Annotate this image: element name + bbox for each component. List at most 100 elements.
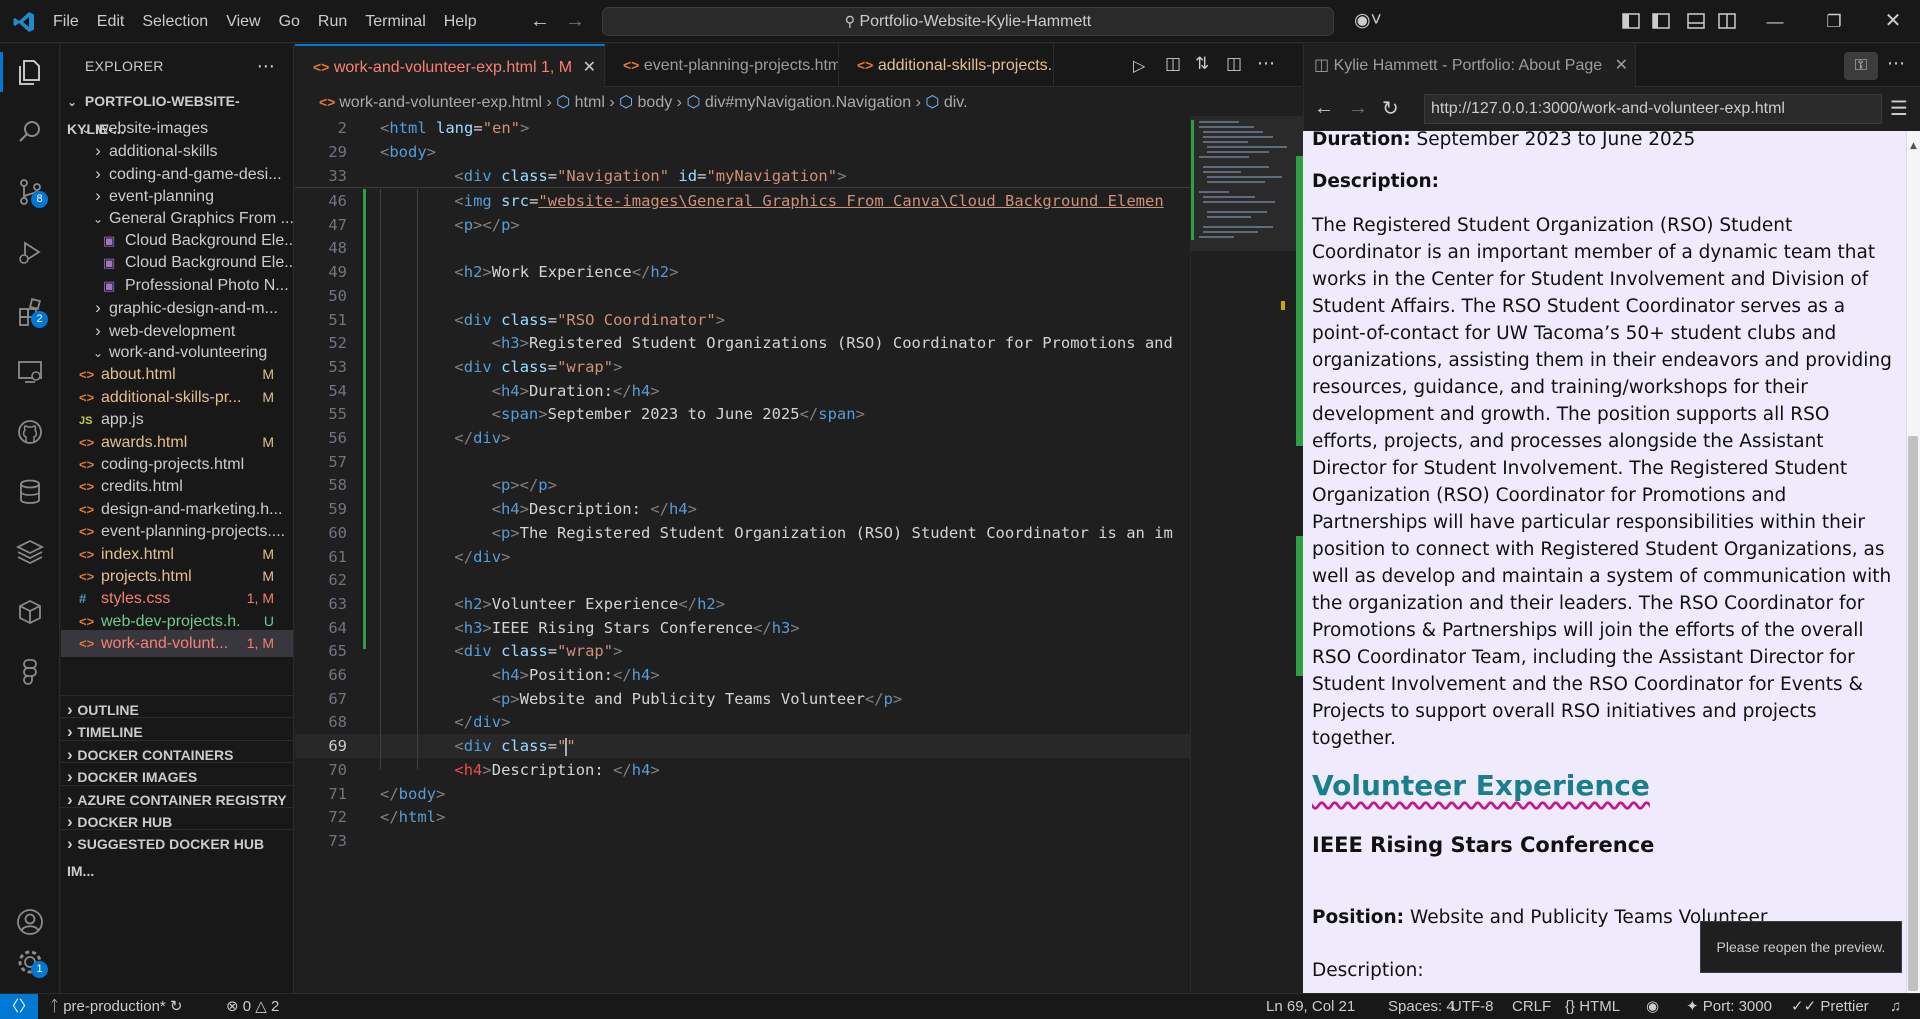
- vscode-logo-icon: [12, 10, 36, 34]
- sticky-scroll[interactable]: 2 <html lang="en"> 29 <body> 33 <div class="N…: [295, 116, 1190, 188]
- menu-terminal[interactable]: Terminal: [356, 0, 434, 43]
- code-text: <h2>Volunteer Experience</h2>: [454, 594, 726, 613]
- menu-file[interactable]: File: [44, 0, 88, 43]
- menu-go[interactable]: Go: [270, 0, 309, 43]
- cursor-position[interactable]: Ln 69, Col 21: [1266, 994, 1355, 1019]
- manage-gear-icon[interactable]: 1: [10, 942, 50, 982]
- open-preview-icon[interactable]: ◫: [1165, 54, 1181, 74]
- notifications-bell-icon[interactable]: ♫: [1890, 994, 1901, 1019]
- copilot-status-icon[interactable]: ◉: [1646, 994, 1659, 1019]
- run-debug-icon[interactable]: [10, 232, 50, 272]
- accounts-icon[interactable]: [10, 902, 50, 942]
- figma-icon[interactable]: [10, 652, 50, 692]
- source-control-icon[interactable]: 8: [10, 172, 50, 212]
- scm-badge: 8: [31, 191, 48, 208]
- lock-icon[interactable]: ⚿: [1844, 52, 1878, 80]
- section-suggested-docker-hub-im[interactable]: › SUGGESTED DOCKER HUB IM...: [61, 829, 293, 879]
- menu-view[interactable]: View: [217, 0, 269, 43]
- code-line: 62: [295, 568, 1190, 592]
- forward-arrow-icon[interactable]: →: [1348, 97, 1368, 120]
- menu-run[interactable]: Run: [309, 0, 356, 43]
- live-server-port[interactable]: ✦ Port: 3000: [1686, 994, 1772, 1019]
- breadcrumb-item[interactable]: div.: [944, 94, 968, 111]
- tab-additional-skills-projects[interactable]: <> additional-skills-projects.h: [839, 44, 1054, 87]
- search-icon[interactable]: [10, 112, 50, 152]
- sync-icon: ↻: [169, 998, 183, 1015]
- branch-indicator[interactable]: ᛏ pre-production* ↻: [50, 994, 183, 1019]
- tab-preview[interactable]: ◫ Kylie Hammett - Portfolio: About Page …: [1304, 44, 1636, 87]
- remote-explorer-icon[interactable]: [10, 352, 50, 392]
- remote-indicator-icon[interactable]: 〈〉: [0, 994, 38, 1019]
- menu-selection[interactable]: Selection: [133, 0, 217, 43]
- line-ending[interactable]: CRLF: [1512, 994, 1551, 1019]
- extensions-icon[interactable]: 2: [10, 292, 50, 332]
- code-line: 73: [295, 829, 1190, 853]
- tab-event-planning-projects[interactable]: <> event-planning-projects.html: [605, 44, 839, 87]
- more-actions-icon[interactable]: ⋯: [1887, 53, 1905, 74]
- line-number: 73: [328, 831, 347, 850]
- more-actions-icon[interactable]: ⋯: [1257, 53, 1275, 74]
- restore-icon[interactable]: ❐: [1811, 0, 1857, 43]
- prettier-status[interactable]: ✓✓ Prettier: [1791, 994, 1869, 1019]
- error-icon: ⊗: [226, 998, 239, 1015]
- encoding[interactable]: UTF-8: [1451, 994, 1494, 1019]
- command-center-search[interactable]: ⚲ Portfolio-Website-Kylie-Hammett: [602, 7, 1334, 36]
- url-input[interactable]: http://127.0.0.1:3000/work-and-volunteer…: [1424, 94, 1882, 124]
- tree-item-label: coding-and-game-desi...: [109, 165, 282, 183]
- code-text: <div class="wrap">: [454, 642, 623, 661]
- refresh-icon[interactable]: ↻: [1382, 96, 1399, 121]
- close-tab-icon[interactable]: ✕: [1615, 57, 1628, 74]
- code-text: <h4>Duration:</h4>: [491, 381, 660, 400]
- code-editor[interactable]: 2 <html lang="en"> 29 <body> 33 <div class="N…: [295, 116, 1190, 993]
- explorer-root-folder[interactable]: ⌄ PORTFOLIO-WEBSITE-KYLIE-...: [61, 88, 293, 137]
- minimap[interactable]: [1190, 116, 1303, 993]
- back-arrow-icon[interactable]: ←: [530, 10, 550, 33]
- scroll-thumb[interactable]: [1908, 436, 1918, 991]
- code-line: 58 <p></p>: [295, 473, 1190, 497]
- run-icon[interactable]: ▷: [1133, 56, 1145, 76]
- code-text: <h4>Description: </h4>: [454, 760, 660, 779]
- docker-cube-icon[interactable]: [10, 592, 50, 632]
- back-arrow-icon[interactable]: ←: [1314, 97, 1334, 120]
- database-icon[interactable]: [10, 472, 50, 512]
- code-text: <p></p>: [491, 476, 557, 495]
- menu-edit[interactable]: Edit: [88, 0, 134, 43]
- braces-icon: {}: [1565, 998, 1576, 1015]
- indent-guide: [380, 189, 381, 769]
- compare-changes-icon[interactable]: ⇅: [1195, 54, 1209, 74]
- close-tab-icon[interactable]: ✕: [583, 59, 596, 76]
- close-window-icon[interactable]: ✕: [1870, 0, 1916, 43]
- toggle-primary-sidebar-icon[interactable]: [1651, 11, 1671, 31]
- copilot-icon[interactable]: ◉˅: [1354, 9, 1382, 32]
- scroll-up-icon[interactable]: ▲: [1910, 133, 1917, 160]
- code-line: 65 <div class="wrap">: [295, 639, 1190, 663]
- code-line: 49 <h2>Work Experience</h2>: [295, 260, 1190, 284]
- duration-value: September 2023 to June 2025: [1416, 131, 1696, 150]
- menu-help[interactable]: Help: [435, 0, 486, 43]
- html-file-icon: <>: [313, 59, 330, 75]
- customize-layout-icon[interactable]: [1621, 11, 1641, 31]
- problems-indicator[interactable]: ⊗ 0 △ 2: [226, 994, 279, 1019]
- indentation[interactable]: Spaces: 4: [1388, 994, 1455, 1019]
- language-mode[interactable]: {} HTML: [1565, 994, 1620, 1019]
- element-icon: ⬡: [925, 94, 944, 111]
- tree-item[interactable]: <> work-and-volunt... 1, M: [61, 630, 293, 658]
- breadcrumb-item[interactable]: body: [638, 94, 673, 111]
- line-number: 57: [328, 452, 347, 471]
- section-label: DOCKER CONTAINERS: [77, 746, 234, 763]
- breadcrumb-item[interactable]: html: [575, 94, 605, 111]
- tab-work-and-volunteer-exp[interactable]: <> work-and-volunteer-exp.html 1, M ✕: [295, 44, 605, 87]
- preview-scrollbar[interactable]: ▲: [1906, 131, 1920, 993]
- split-editor-icon[interactable]: ◫: [1226, 54, 1242, 74]
- breadcrumb-item[interactable]: div#myNavigation.Navigation: [705, 94, 911, 111]
- toggle-panel-icon[interactable]: [1686, 11, 1706, 31]
- explorer-icon[interactable]: [10, 52, 50, 92]
- toggle-secondary-sidebar-icon[interactable]: [1717, 11, 1737, 31]
- forward-arrow-icon[interactable]: →: [565, 10, 585, 33]
- more-actions-icon[interactable]: ⋯: [257, 44, 275, 88]
- github-icon[interactable]: [10, 412, 50, 452]
- minimize-icon[interactable]: —: [1752, 0, 1798, 43]
- menu-icon[interactable]: ☰: [1890, 96, 1908, 121]
- breadcrumb-item[interactable]: work-and-volunteer-exp.html: [339, 94, 542, 111]
- layers-icon[interactable]: [10, 532, 50, 572]
